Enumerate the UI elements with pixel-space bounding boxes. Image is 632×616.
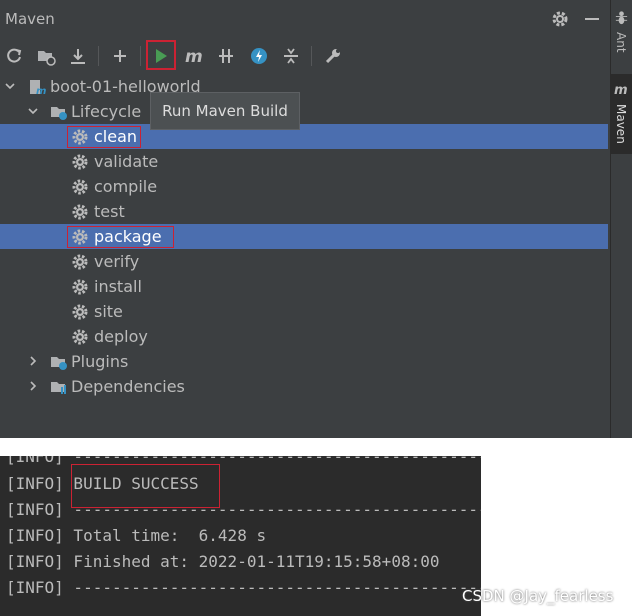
- tree-item-phase-validate[interactable]: validate: [0, 149, 608, 174]
- maven-m-icon: m: [614, 83, 628, 97]
- run-button-highlight: [146, 40, 176, 70]
- tree-item-plugins[interactable]: Plugins: [0, 349, 608, 374]
- tree-item-phase-site[interactable]: site: [0, 299, 608, 324]
- tree-item-phase-deploy[interactable]: deploy: [0, 324, 608, 349]
- tree-item-phase-test[interactable]: test: [0, 199, 608, 224]
- chevron-down-icon[interactable]: [4, 80, 16, 92]
- wrench-icon[interactable]: [319, 42, 347, 70]
- dependencies-label: Dependencies: [71, 377, 185, 396]
- phase-label: compile: [94, 177, 158, 196]
- tree-item-project[interactable]: m boot-01-helloworld: [0, 74, 608, 99]
- chevron-right-icon[interactable]: [27, 380, 39, 392]
- tree-item-phase-install[interactable]: install: [0, 274, 608, 299]
- watermark: CSDN @Jay_fearless: [462, 587, 614, 605]
- ant-tab-label: Ant: [614, 32, 628, 53]
- maven-project-icon: m: [30, 80, 46, 96]
- clean-highlight: [67, 126, 141, 148]
- reload-icon[interactable]: [0, 42, 28, 70]
- package-highlight: [67, 226, 174, 248]
- gear-icon: [72, 254, 88, 270]
- download-icon[interactable]: [64, 42, 92, 70]
- phase-label: site: [94, 302, 123, 321]
- phase-label: verify: [94, 252, 140, 271]
- svg-text:m: m: [185, 47, 203, 66]
- console-line: [INFO] Total time: 6.428 s: [6, 526, 267, 545]
- lifecycle-folder-icon: [51, 107, 67, 120]
- tree-item-phase-compile[interactable]: compile: [0, 174, 608, 199]
- phase-label: validate: [94, 152, 159, 171]
- gear-icon: [72, 329, 88, 345]
- gear-icon: [72, 279, 88, 295]
- phase-label: install: [94, 277, 142, 296]
- tree-item-dependencies[interactable]: Dependencies: [0, 374, 608, 399]
- tooltip-text: Run Maven Build: [162, 102, 288, 120]
- plus-icon[interactable]: [106, 42, 134, 70]
- gear-icon[interactable]: [550, 9, 570, 29]
- svg-text:m: m: [36, 86, 46, 96]
- ant-icon: [615, 11, 628, 25]
- skip-tests-icon[interactable]: [245, 42, 273, 70]
- gear-icon: [72, 304, 88, 320]
- gear-icon: [72, 204, 88, 220]
- chevron-right-icon[interactable]: [27, 355, 39, 367]
- build-success-highlight: [71, 464, 220, 508]
- tab-ant[interactable]: Ant: [611, 0, 632, 72]
- console-line: [INFO] Finished at: 2022-01-11T19:15:58+…: [6, 552, 440, 571]
- tool-window-header: Maven: [0, 0, 610, 38]
- add-folder-icon[interactable]: [32, 42, 60, 70]
- tree-item-lifecycle[interactable]: Lifecycle: [0, 99, 608, 124]
- chevron-down-icon[interactable]: [27, 105, 39, 117]
- lifecycle-label: Lifecycle: [71, 102, 142, 121]
- minimize-icon[interactable]: [585, 18, 599, 20]
- right-tool-strip: Ant m Maven: [610, 0, 632, 438]
- maven-tab-label: Maven: [614, 104, 628, 144]
- tree-item-phase-verify[interactable]: verify: [0, 249, 608, 274]
- maven-m-icon[interactable]: m: [180, 42, 208, 70]
- tooltip: Run Maven Build: [150, 92, 300, 130]
- phase-label: deploy: [94, 327, 148, 346]
- gear-icon: [72, 179, 88, 195]
- plugins-folder-icon: [51, 357, 67, 370]
- dependencies-folder-icon: [51, 382, 66, 394]
- collapse-icon[interactable]: [277, 42, 305, 70]
- tool-window-title: Maven: [5, 10, 55, 28]
- svg-text:m: m: [614, 83, 628, 97]
- toggle-offline-icon[interactable]: [212, 42, 240, 70]
- maven-toolbar: m: [0, 38, 610, 74]
- plugins-label: Plugins: [71, 352, 129, 371]
- console-line: [INFO] ---------------------------------…: [6, 578, 481, 597]
- tab-maven[interactable]: m Maven: [611, 74, 632, 154]
- gear-icon: [72, 154, 88, 170]
- phase-label: test: [94, 202, 125, 221]
